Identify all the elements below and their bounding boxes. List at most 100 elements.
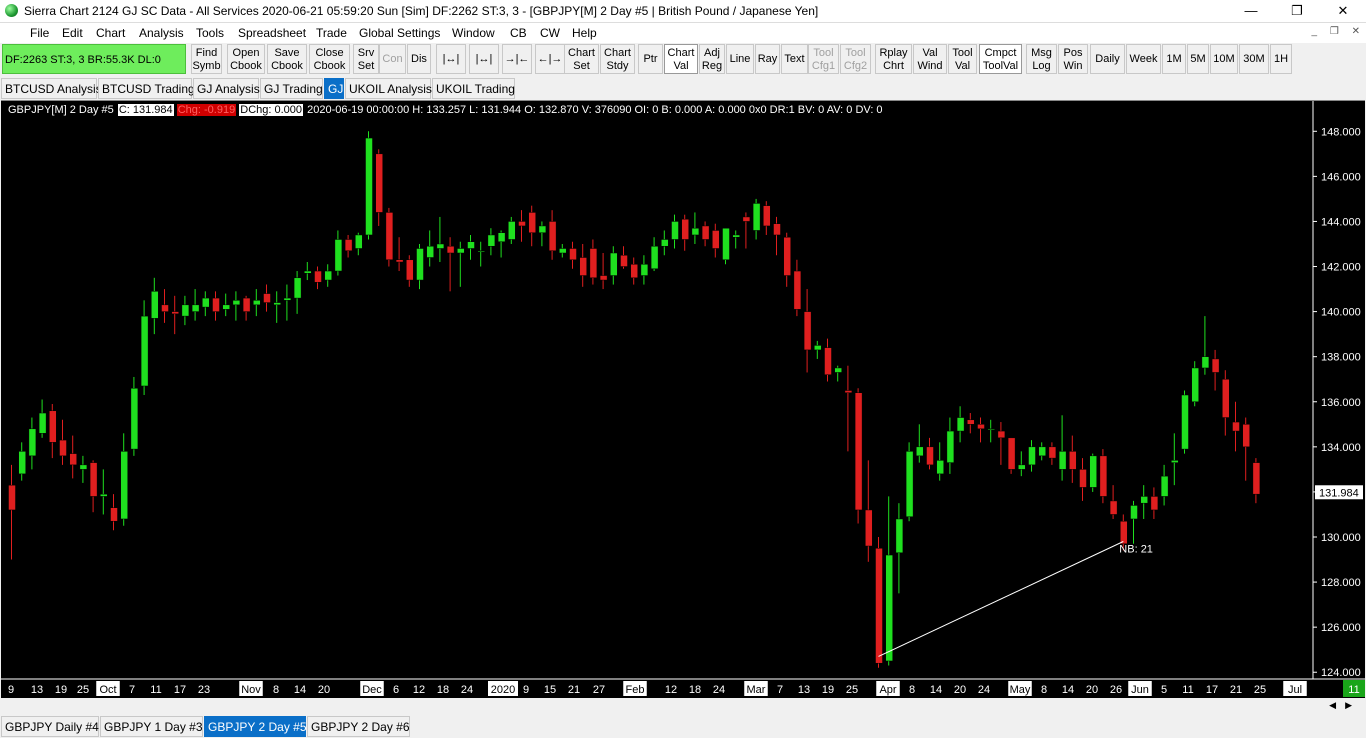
candle-body[interactable] [1130,505,1138,520]
scroll-right-icon[interactable]: ▶ [1345,700,1352,711]
candle-body[interactable] [1109,500,1118,515]
text-button[interactable]: Text [781,44,808,74]
5m-button[interactable]: 5M [1187,44,1209,74]
candle-body[interactable] [293,277,302,299]
candle-body[interactable] [191,304,200,312]
candle-body[interactable] [824,347,832,375]
candle-body[interactable] [538,225,547,233]
candle-body[interactable] [712,230,720,249]
candle-body[interactable] [161,304,169,312]
candle-body[interactable] [242,297,251,312]
candle-body[interactable] [997,430,1006,439]
menu-tools[interactable]: Tools [196,26,224,40]
candle-body[interactable] [548,221,557,251]
week-button[interactable]: Week [1126,44,1161,74]
zoom-4-button[interactable]: ←|→ [535,44,565,74]
candle-body[interactable] [803,311,812,351]
open-cbook-button[interactable]: Open Cbook [227,44,265,74]
msg-log-button[interactable]: Msg Log [1026,44,1057,74]
candle-body[interactable] [681,218,689,240]
chart-tab-2day-6[interactable]: GBPJPY 2 Day #6 [307,716,410,737]
candle-body[interactable] [1099,455,1108,497]
candle-body[interactable] [212,297,220,312]
candle-body[interactable] [967,419,975,425]
candle-body[interactable] [1028,446,1036,466]
candle-body[interactable] [895,518,904,554]
candle-body[interactable] [49,410,57,443]
candle-body[interactable] [314,270,322,283]
candle-body[interactable] [936,460,944,475]
candle-body[interactable] [304,270,312,274]
candle-body[interactable] [1069,451,1077,470]
daily-button[interactable]: Daily [1090,44,1125,74]
candle-body[interactable] [977,424,985,430]
candle-body[interactable] [59,439,67,457]
chart-tab-2day-5[interactable]: GBPJPY 2 Day #5 [204,716,307,737]
candle-body[interactable] [436,243,445,249]
menu-trade[interactable]: Trade [316,26,347,40]
candle-body[interactable] [100,493,108,497]
ptr-button[interactable]: Ptr [638,44,663,74]
zoom-1-button[interactable]: |↔| [436,44,466,74]
candle-body[interactable] [467,241,475,249]
cmpct-toolval-button[interactable]: Cmpct ToolVal [979,44,1022,74]
candle-body[interactable] [885,554,893,662]
candle-body[interactable] [650,245,659,270]
find-symb-button[interactable]: Find Symb [191,44,222,74]
candle-body[interactable] [1171,460,1179,463]
candle-body[interactable] [701,225,710,240]
candle-body[interactable] [232,300,241,306]
candle-body[interactable] [732,234,740,238]
scroll-left-icon[interactable]: ◀ [1329,700,1336,711]
close-button[interactable]: ✕ [1320,0,1366,22]
candle-body[interactable] [263,293,271,303]
candle-body[interactable] [691,227,700,236]
candle-body[interactable] [406,259,414,281]
candle-body[interactable] [171,311,179,315]
candlestick-chart[interactable]: 148.000 146.000 144.000 142.000 140.000 138.0… [1,101,1365,699]
1h-button[interactable]: 1H [1270,44,1292,74]
candle-body[interactable] [763,205,771,227]
line-button[interactable]: Line [726,44,754,74]
menu-cw[interactable]: CW [540,26,560,40]
candle-body[interactable] [589,248,598,279]
candle-body[interactable] [518,221,526,227]
trendline[interactable] [878,541,1124,657]
rplay-chrt-button[interactable]: Rplay Chrt [875,44,912,74]
candle-body[interactable] [355,234,363,249]
menu-cb[interactable]: CB [510,26,527,40]
dis-button[interactable]: Dis [407,44,431,74]
tab-gj[interactable]: GJ [324,78,344,99]
candle-body[interactable] [722,227,730,261]
candle-body[interactable] [834,367,842,373]
candle-body[interactable] [222,304,230,310]
candle-body[interactable] [457,248,465,254]
candle-body[interactable] [79,464,88,470]
candle-body[interactable] [426,245,434,258]
pos-win-button[interactable]: Pos Win [1058,44,1088,74]
10m-button[interactable]: 10M [1210,44,1238,74]
candle-body[interactable] [1242,424,1250,448]
candle-body[interactable] [508,221,516,240]
candle-body[interactable] [446,245,455,254]
candle-body[interactable] [671,221,679,240]
candle-body[interactable] [956,417,965,432]
candle-body[interactable] [334,239,343,272]
candle-body[interactable] [273,302,281,306]
zoom-2-button[interactable]: |↔| [469,44,499,74]
candle-body[interactable] [905,451,914,517]
candle-body[interactable] [1211,358,1220,373]
tab-btcusd-trading[interactable]: BTCUSD Trading [98,78,195,99]
menu-help[interactable]: Help [572,26,597,40]
candle-body[interactable] [375,153,383,213]
tool-cfg1-button[interactable]: Tool Cfg1 [808,44,839,74]
candle-body[interactable] [814,345,822,351]
menu-file[interactable]: File [30,26,49,40]
candle-body[interactable] [773,223,781,236]
candle-body[interactable] [202,297,210,308]
candle-body[interactable] [1181,394,1189,450]
candle-body[interactable] [1079,469,1087,488]
candle-body[interactable] [1120,520,1128,545]
candle-body[interactable] [926,446,934,466]
candle-body[interactable] [385,212,394,261]
